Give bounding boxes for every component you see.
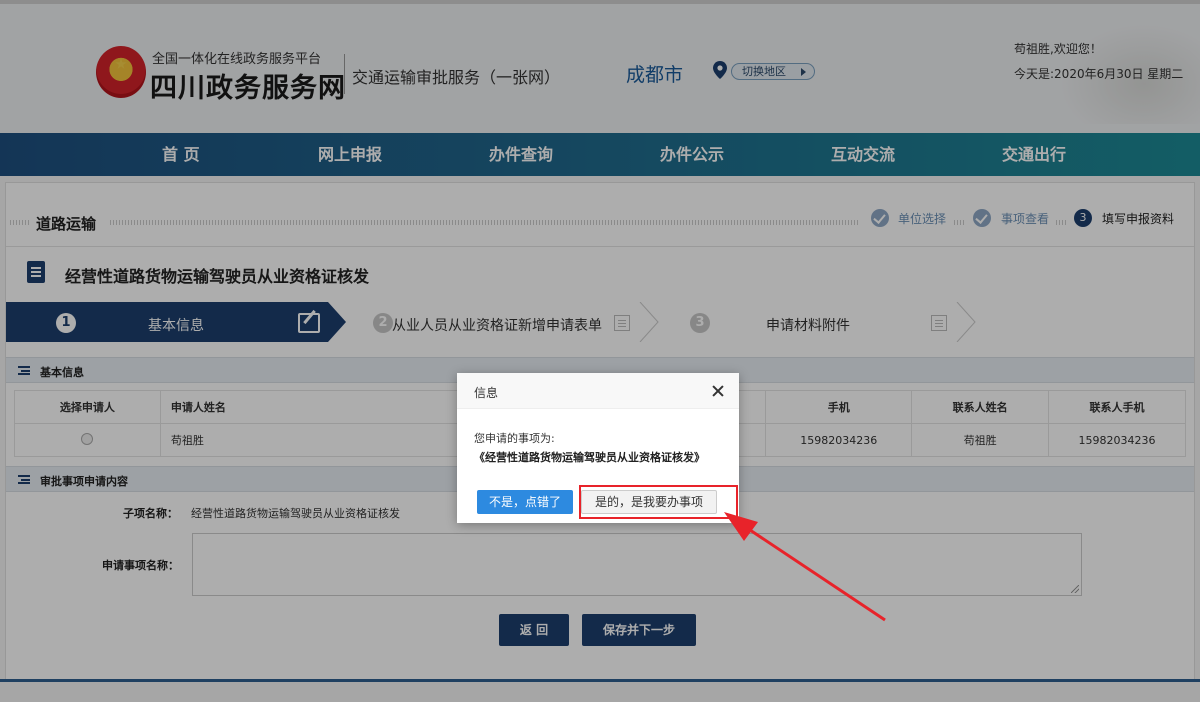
- highlight-box: [579, 485, 738, 519]
- dialog-header: 信息: [457, 373, 739, 409]
- dialog-item-name: 《经营性道路货物运输驾驶员从业资格证核发》: [474, 451, 705, 464]
- modal-overlay: [0, 0, 1200, 702]
- dialog-title: 信息: [474, 386, 499, 400]
- dialog-message: 您申请的事项为:: [474, 432, 555, 445]
- wrong-click-button[interactable]: 不是，点错了: [477, 490, 573, 514]
- close-icon[interactable]: [711, 384, 725, 398]
